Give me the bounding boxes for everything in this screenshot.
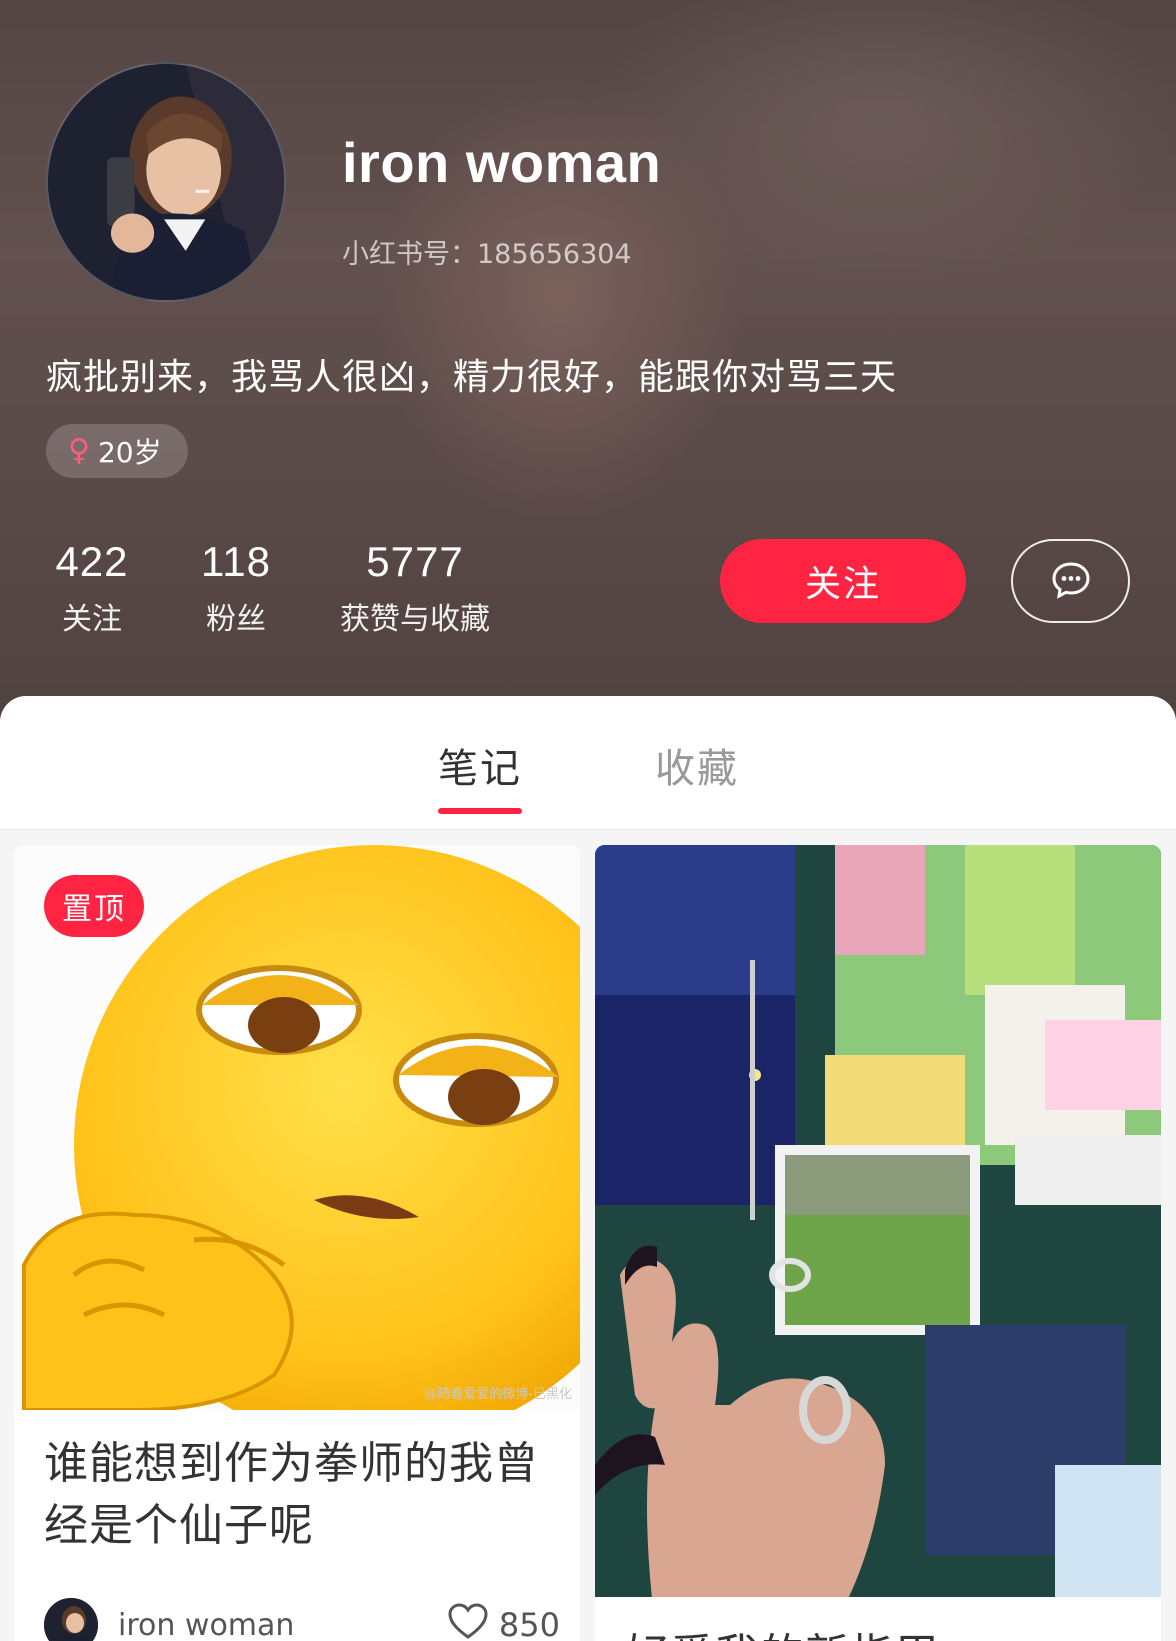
stat-followers[interactable]: 118 粉丝 (196, 538, 276, 638)
age-tag: ♀ 20岁 (46, 424, 188, 478)
stat-likes-collects[interactable]: 5777 获赞与收藏 (330, 538, 500, 638)
note-cover-image[interactable]: 置顶 @随着爱爱的微博-已黑化 (14, 845, 580, 1410)
author-name[interactable]: iron woman (118, 1608, 447, 1641)
heart-icon (447, 1602, 489, 1641)
user-id[interactable]: 小红书号：185656304 (342, 232, 632, 271)
username: iron woman (342, 131, 662, 194)
stat-value: 422 (55, 538, 129, 585)
tab-notes[interactable]: 笔记 (438, 736, 522, 794)
avatar[interactable] (46, 62, 286, 302)
profile-page: iron woman 小红书号：185656304 疯批别来，我骂人很凶，精力很… (0, 0, 1176, 1641)
stat-following[interactable]: 422 关注 (52, 538, 132, 638)
note-card[interactable]: 好爱我的新指甲 (595, 845, 1161, 1641)
active-tab-indicator (438, 808, 522, 814)
note-cover-image[interactable] (595, 845, 1161, 1597)
age-label: 20岁 (97, 436, 162, 469)
tab-collections[interactable]: 收藏 (655, 736, 739, 794)
bio: 疯批别来，我骂人很凶，精力很好，能跟你对骂三天 (46, 357, 898, 398)
follow-button[interactable]: 关注 (720, 539, 966, 623)
chat-bubble-icon (1049, 558, 1093, 605)
female-icon: ♀ (68, 433, 90, 468)
stat-label: 获赞与收藏 (340, 602, 490, 637)
note-footer: iron woman 850 (44, 1597, 560, 1641)
like-count: 850 (498, 1606, 560, 1641)
notes-grid: 置顶 @随着爱爱的微博-已黑化 谁能想到作为拳师的我曾经是个仙子呢 iron w… (0, 831, 1176, 1641)
stat-value: 118 (201, 538, 271, 585)
note-title[interactable]: 好爱我的新指甲 (625, 1619, 940, 1641)
content-tabs: 笔记 收藏 (0, 696, 1176, 830)
like-button[interactable]: 850 (447, 1602, 560, 1641)
stat-label: 关注 (62, 602, 122, 637)
note-title[interactable]: 谁能想到作为拳师的我曾经是个仙子呢 (44, 1433, 554, 1557)
image-watermark: @随着爱爱的微博-已黑化 (424, 1387, 572, 1402)
stat-value: 5777 (366, 538, 464, 585)
stat-label: 粉丝 (206, 602, 266, 637)
message-button[interactable] (1011, 539, 1130, 623)
author-avatar[interactable] (44, 1598, 98, 1641)
pinned-badge: 置顶 (44, 875, 144, 937)
profile-header: iron woman 小红书号：185656304 疯批别来，我骂人很凶，精力很… (0, 0, 1176, 720)
note-card[interactable]: 置顶 @随着爱爱的微博-已黑化 谁能想到作为拳师的我曾经是个仙子呢 iron w… (14, 845, 580, 1641)
